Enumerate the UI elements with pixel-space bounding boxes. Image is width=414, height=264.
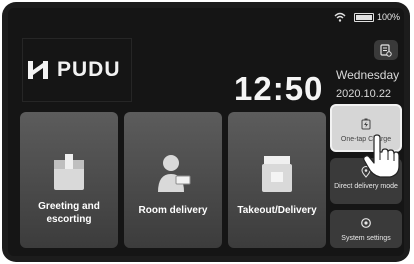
home-screen: 100% PUDU 12:50 Wednesday 2020.10.22 Gre… [8, 8, 404, 256]
card-takeout-delivery[interactable]: Takeout/Delivery [228, 112, 326, 248]
clock-time: 12:50 [234, 70, 324, 107]
wifi-icon [334, 12, 346, 22]
box-icon [54, 154, 84, 190]
robot-screen-frame: 100% PUDU 12:50 Wednesday 2020.10.22 Gre… [2, 2, 410, 262]
side-action-label: System settings [341, 235, 391, 242]
pudu-logo-icon [28, 61, 48, 79]
system-settings-button[interactable]: System settings [330, 210, 402, 248]
notes-button[interactable] [374, 40, 398, 60]
tap-hand-icon [363, 134, 400, 178]
card-label: Room delivery [138, 205, 208, 216]
status-bar: 100% [334, 11, 400, 23]
clock-weekday: Wednesday [336, 68, 400, 82]
battery-percent: 100% [376, 12, 400, 22]
battery-icon [353, 12, 374, 22]
card-room-delivery[interactable]: Room delivery [124, 112, 222, 248]
card-greeting-escorting[interactable]: Greeting and escorting [20, 112, 118, 248]
brand-logo: PUDU [22, 38, 132, 102]
card-label: Takeout/Delivery [237, 205, 317, 216]
card-label: Greeting and escorting [38, 201, 100, 225]
settings-icon [361, 218, 371, 228]
takeout-bag-icon [262, 156, 292, 192]
battery-charge-icon [361, 118, 371, 130]
clock-date: 2020.10.22 [336, 88, 392, 100]
side-action-label: Direct delivery mode [334, 183, 398, 190]
notes-icon [380, 43, 392, 57]
person-delivery-icon [158, 155, 191, 192]
battery-indicator: 100% [353, 12, 400, 22]
brand-name: PUDU [57, 58, 121, 81]
